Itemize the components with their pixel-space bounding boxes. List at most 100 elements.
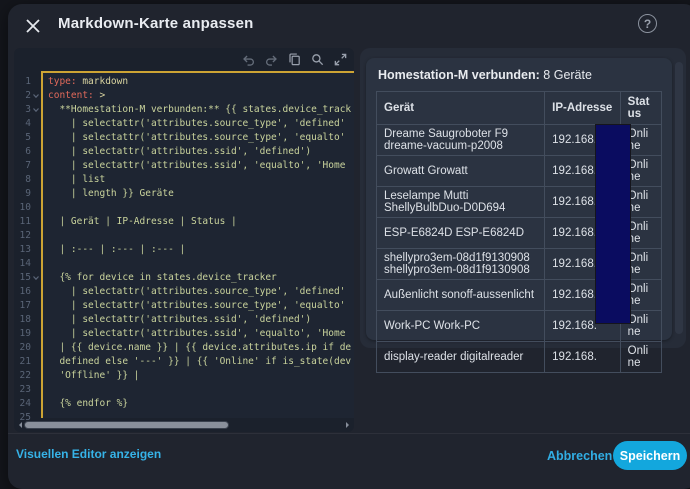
code-line[interactable]: | Gerät | IP-Adresse | Status | [48,215,354,229]
code-line[interactable]: | {{ device.name }} | {{ device.attribut… [48,341,354,355]
undo-icon[interactable] [241,51,258,68]
ip-cell: 192.168. [545,342,621,373]
line-number: 16 [20,285,31,299]
device-name-cell: Leselampe Mutti ShellyBulbDuo-D0D694 [377,187,545,218]
code-line[interactable]: 'Offline' }} | [48,369,354,383]
preview-scrollbar[interactable] [675,62,683,334]
line-number: 11 [20,215,31,229]
gutter-line: 17 [14,299,41,313]
line-number: 24 [20,397,31,411]
save-button[interactable]: Speichern [613,441,687,470]
code-line[interactable]: | :--- | :--- | :--- | [48,243,354,257]
card-preview-panel: Homestation-M verbunden: 8 Geräte GerätI… [360,48,686,348]
gutter-line: 5 [14,131,41,145]
device-name-cell: shellypro3em-08d1f9130908 shellypro3em-0… [377,249,545,280]
code-line[interactable]: **Homestation-M verbunden:** {{ states.d… [48,103,354,117]
device-name-cell: display-reader digitalreader [377,342,545,373]
line-number: 23 [20,383,31,397]
gutter-line: 24 [14,397,41,411]
show-visual-editor-link[interactable]: Visuellen Editor anzeigen [16,447,161,461]
gutter-line: 4 [14,117,41,131]
code-line[interactable] [48,201,354,215]
gutter-line: 10 [14,201,41,215]
code-line[interactable]: | length }} Geräte [48,187,354,201]
code-line[interactable]: | selectattr('attributes.ssid', 'equalto… [48,327,354,341]
code-line[interactable]: | selectattr('attributes.source_type', '… [48,117,354,131]
code-line[interactable] [48,411,354,418]
editor-toolbar [241,48,350,71]
editor-lines[interactable]: type: markdowncontent: > **Homestation-M… [41,71,354,418]
gutter-line: 12 [14,229,41,243]
line-number: 17 [20,299,31,313]
status-cell: Online [620,342,661,373]
search-icon[interactable] [310,51,327,68]
code-line[interactable] [48,229,354,243]
gutter-line: 16 [14,285,41,299]
gutter-line: 21 [14,355,41,369]
gutter-line: 9 [14,187,41,201]
ip-redaction-overlay [595,124,631,324]
gutter-line: 18 [14,313,41,327]
code-line[interactable]: defined else '---' }} | {{ 'Online' if i… [48,355,354,369]
table-header: Gerät [377,92,545,125]
gutter-line: 2 [14,89,41,103]
help-icon[interactable]: ? [638,14,657,33]
code-line[interactable]: {% endfor %} [48,397,354,411]
line-number: 18 [20,313,31,327]
screen: { "dialog": { "title": "Markdown-Karte a… [0,0,690,481]
dialog-title: Markdown-Karte anpassen [58,15,253,32]
gutter-line: 1 [14,75,41,89]
yaml-code-editor[interactable]: 1234567891011121314151617181920212223242… [14,48,354,432]
line-number: 19 [20,327,31,341]
chevron-down-icon[interactable] [31,106,40,114]
gutter-line: 22 [14,369,41,383]
code-line[interactable]: | selectattr('attributes.ssid', 'defined… [48,145,354,159]
gutter-line: 8 [14,173,41,187]
gutter-line: 13 [14,243,41,257]
cancel-button[interactable]: Abbrechen [541,448,618,464]
line-number: 15 [20,271,31,285]
gutter-line: 23 [14,383,41,397]
code-line[interactable]: | selectattr('attributes.ssid', 'equalto… [48,159,354,173]
device-name-cell: Außenlicht sonoff-aussenlicht [377,280,545,311]
chevron-down-icon[interactable] [31,274,40,282]
dialog-header: Markdown-Karte anpassen ? [8,4,690,46]
redo-icon[interactable] [264,51,281,68]
line-number: 21 [20,355,31,369]
code-line[interactable]: content: > [48,89,354,103]
code-line[interactable]: type: markdown [48,75,354,89]
table-header-row: GerätIP-AdresseStatus [377,92,662,125]
close-icon[interactable] [22,15,44,37]
line-number: 10 [20,201,31,215]
scroll-right-arrow-icon[interactable] [346,422,352,428]
line-number: 13 [20,243,31,257]
code-area[interactable]: 1234567891011121314151617181920212223242… [14,71,354,418]
code-line[interactable]: | selectattr('attributes.source_type', '… [48,285,354,299]
edit-markdown-card-dialog: Markdown-Karte anpassen ? [8,4,690,489]
device-name-cell: ESP-E6824D ESP-E6824D [377,218,545,249]
line-number: 20 [20,341,31,355]
editor-horizontal-scrollbar[interactable] [16,420,352,430]
preview-heading: Homestation-M verbunden: 8 Geräte [378,68,662,82]
chevron-down-icon[interactable] [31,92,40,100]
code-line[interactable] [48,257,354,271]
gutter-line: 11 [14,215,41,229]
scroll-left-arrow-icon[interactable] [16,422,22,428]
code-line[interactable]: | selectattr('attributes.source_type', '… [48,131,354,145]
code-line[interactable]: | selectattr('attributes.source_type', '… [48,299,354,313]
gutter-line: 19 [14,327,41,341]
fullscreen-icon[interactable] [333,51,350,68]
code-line[interactable]: | list [48,173,354,187]
device-row: display-reader digitalreader192.168.Onli… [377,342,662,373]
line-number: 14 [20,257,31,271]
copy-icon[interactable] [287,51,304,68]
scrollbar-thumb[interactable] [24,421,229,429]
editor-gutter: 1234567891011121314151617181920212223242… [14,71,41,418]
gutter-line: 3 [14,103,41,117]
code-line[interactable] [48,383,354,397]
device-name-cell: Growatt Growatt [377,156,545,187]
device-name-cell: Work-PC Work-PC [377,311,545,342]
code-line[interactable]: | selectattr('attributes.ssid', 'defined… [48,313,354,327]
scrollbar-track[interactable] [24,421,344,429]
code-line[interactable]: {% for device in states.device_tracker [48,271,354,285]
